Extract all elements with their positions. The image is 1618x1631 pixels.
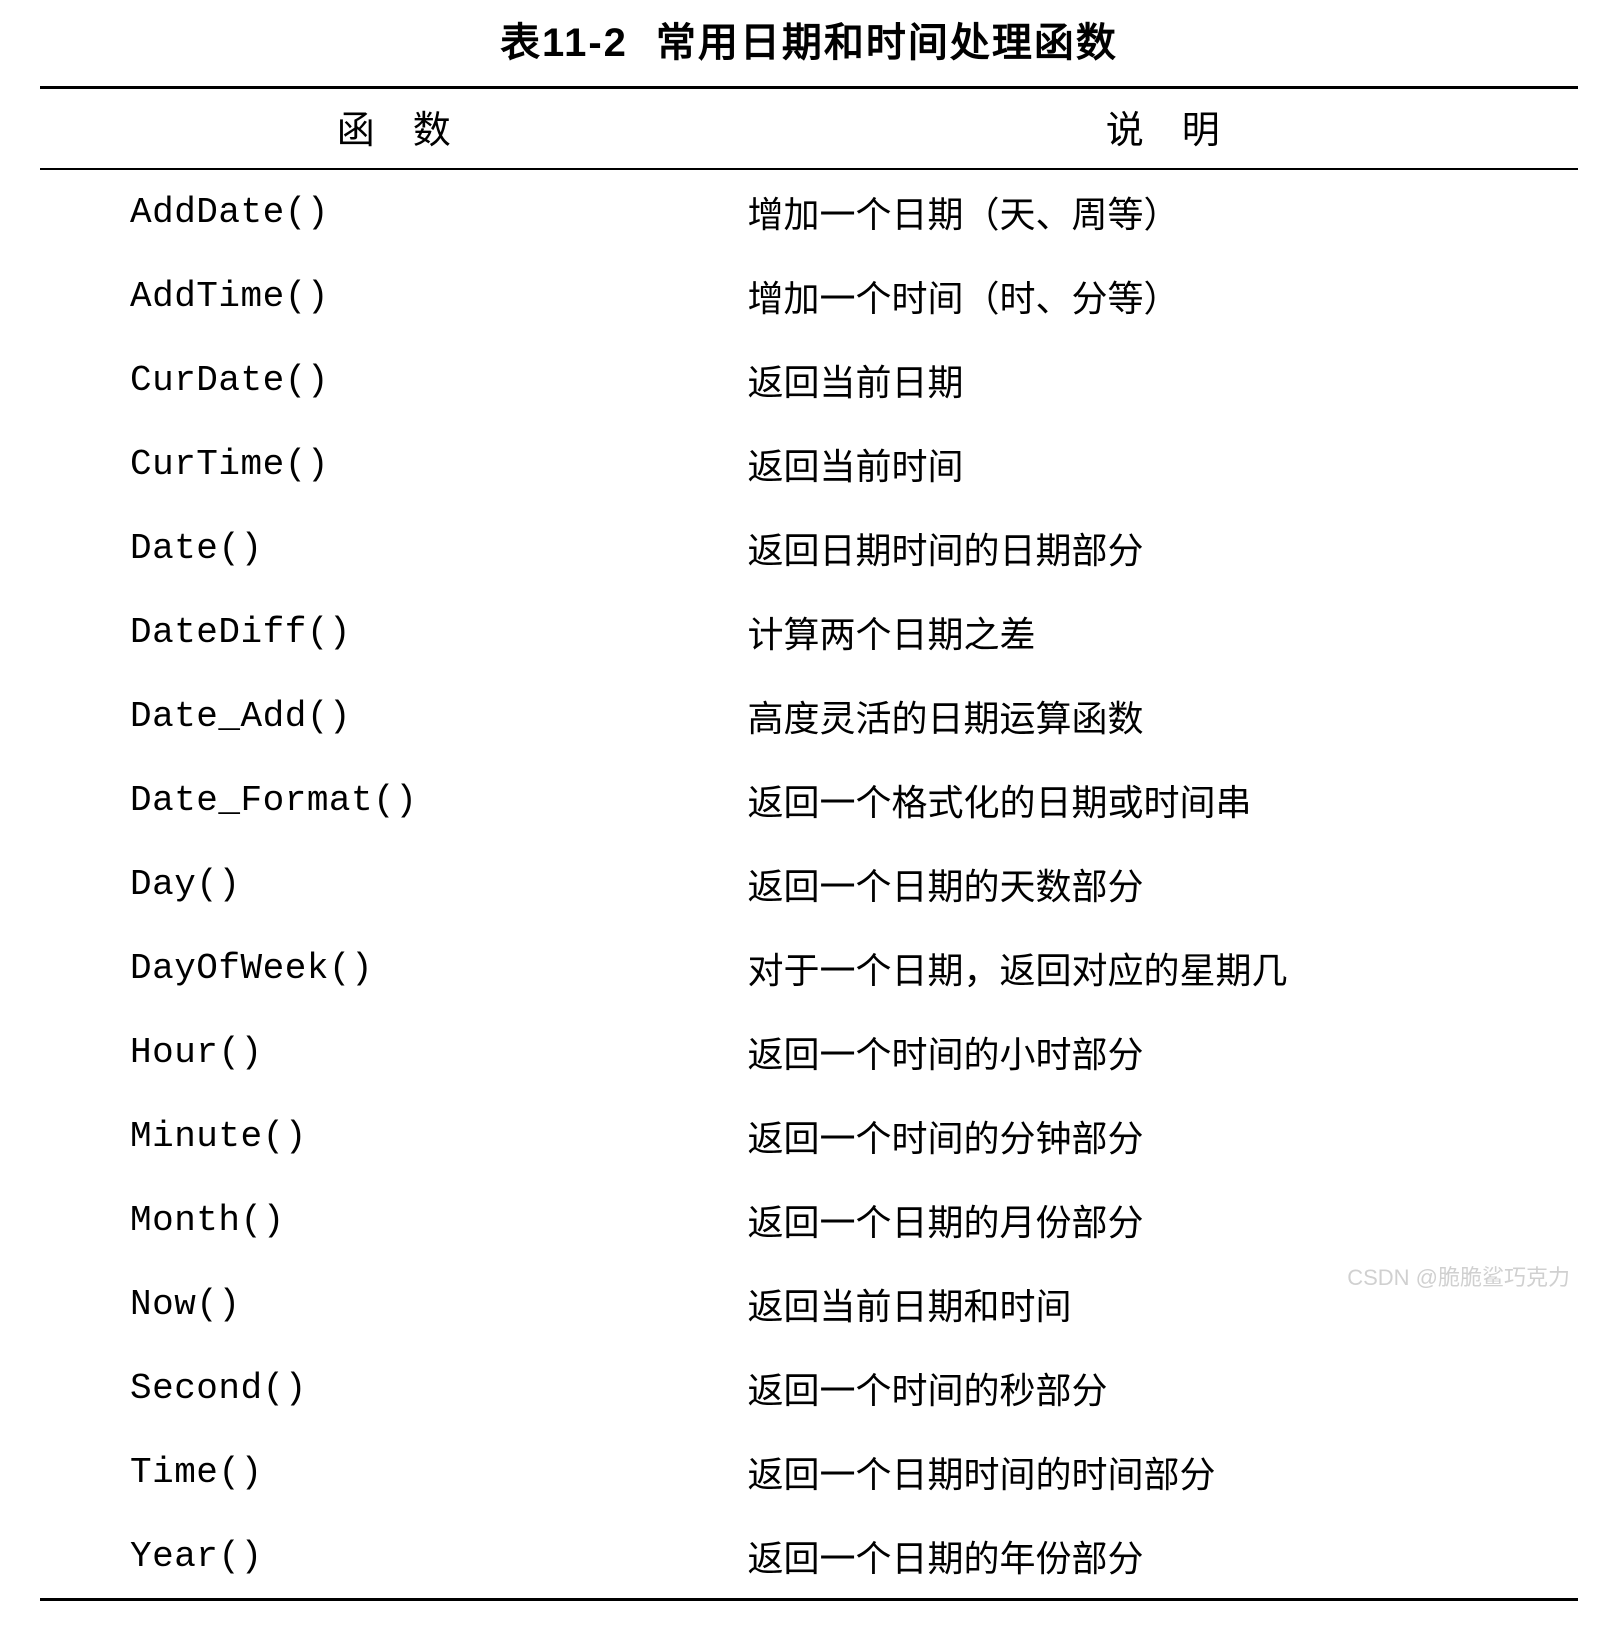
description-cell: 返回一个时间的小时部分 (747, 1010, 1578, 1094)
table-header-row: 函 数 说 明 (40, 88, 1578, 170)
table-body: AddDate()增加一个日期（天、周等）AddTime()增加一个时间（时、分… (40, 169, 1578, 1600)
description-cell: 返回当前时间 (747, 422, 1578, 506)
function-name-cell: AddTime() (40, 254, 747, 338)
description-cell: 高度灵活的日期运算函数 (747, 674, 1578, 758)
description-cell: 返回当前日期和时间 (747, 1262, 1578, 1346)
description-cell: 增加一个日期（天、周等） (747, 169, 1578, 254)
function-table: 函 数 说 明 AddDate()增加一个日期（天、周等）AddTime()增加… (40, 86, 1578, 1601)
function-name-cell: Time() (40, 1430, 747, 1514)
table-row: CurTime()返回当前时间 (40, 422, 1578, 506)
description-cell: 返回一个格式化的日期或时间串 (747, 758, 1578, 842)
function-name-cell: Date_Add() (40, 674, 747, 758)
function-name-cell: Month() (40, 1178, 747, 1262)
header-function: 函 数 (40, 88, 747, 170)
function-name-cell: Date() (40, 506, 747, 590)
table-row: CurDate()返回当前日期 (40, 338, 1578, 422)
table-row: Date_Add()高度灵活的日期运算函数 (40, 674, 1578, 758)
description-cell: 返回一个时间的秒部分 (747, 1346, 1578, 1430)
description-cell: 增加一个时间（时、分等） (747, 254, 1578, 338)
table-row: Day()返回一个日期的天数部分 (40, 842, 1578, 926)
description-cell: 返回一个时间的分钟部分 (747, 1094, 1578, 1178)
caption-label: 表11-2 (500, 21, 628, 65)
table-row: AddDate()增加一个日期（天、周等） (40, 169, 1578, 254)
description-cell: 返回一个日期的月份部分 (747, 1178, 1578, 1262)
table-row: Date_Format()返回一个格式化的日期或时间串 (40, 758, 1578, 842)
table-row: Hour()返回一个时间的小时部分 (40, 1010, 1578, 1094)
function-name-cell: CurTime() (40, 422, 747, 506)
function-name-cell: Day() (40, 842, 747, 926)
function-name-cell: CurDate() (40, 338, 747, 422)
description-cell: 返回当前日期 (747, 338, 1578, 422)
table-row: Second()返回一个时间的秒部分 (40, 1346, 1578, 1430)
function-name-cell: Minute() (40, 1094, 747, 1178)
function-name-cell: Now() (40, 1262, 747, 1346)
table-row: Minute()返回一个时间的分钟部分 (40, 1094, 1578, 1178)
description-cell: 返回一个日期的天数部分 (747, 842, 1578, 926)
description-cell: 返回一个日期的年份部分 (747, 1514, 1578, 1600)
table-row: Month()返回一个日期的月份部分 (40, 1178, 1578, 1262)
table-row: Time()返回一个日期时间的时间部分 (40, 1430, 1578, 1514)
table-row: Date()返回日期时间的日期部分 (40, 506, 1578, 590)
function-name-cell: DayOfWeek() (40, 926, 747, 1010)
description-cell: 返回日期时间的日期部分 (747, 506, 1578, 590)
function-name-cell: Year() (40, 1514, 747, 1600)
table-row: Year()返回一个日期的年份部分 (40, 1514, 1578, 1600)
caption-title: 常用日期和时间处理函数 (656, 21, 1118, 65)
function-name-cell: DateDiff() (40, 590, 747, 674)
table-caption: 表11-2 常用日期和时间处理函数 (40, 10, 1578, 68)
table-row: DayOfWeek()对于一个日期，返回对应的星期几 (40, 926, 1578, 1010)
function-name-cell: Second() (40, 1346, 747, 1430)
page-container: 表11-2 常用日期和时间处理函数 函 数 说 明 AddDate()增加一个日期… (0, 10, 1618, 1631)
description-cell: 对于一个日期，返回对应的星期几 (747, 926, 1578, 1010)
table-row: DateDiff()计算两个日期之差 (40, 590, 1578, 674)
table-row: Now()返回当前日期和时间 (40, 1262, 1578, 1346)
table-row: AddTime()增加一个时间（时、分等） (40, 254, 1578, 338)
function-name-cell: Hour() (40, 1010, 747, 1094)
function-name-cell: Date_Format() (40, 758, 747, 842)
description-cell: 计算两个日期之差 (747, 590, 1578, 674)
function-name-cell: AddDate() (40, 169, 747, 254)
description-cell: 返回一个日期时间的时间部分 (747, 1430, 1578, 1514)
header-description: 说 明 (747, 88, 1578, 170)
